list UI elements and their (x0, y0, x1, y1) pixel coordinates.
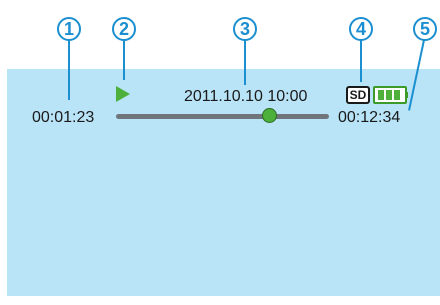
callout-4-leader (360, 40, 362, 82)
callout-4: 4 (349, 17, 373, 41)
callout-3: 3 (233, 17, 257, 41)
battery-cell (394, 90, 400, 100)
total-time: 00:12:34 (338, 109, 401, 126)
callout-1: 1 (57, 17, 81, 41)
seek-bar[interactable] (116, 108, 329, 123)
callout-1-leader (68, 40, 70, 100)
battery-cell (386, 90, 392, 100)
date-time-display: 2011.10.10 10:00 (184, 88, 308, 105)
callout-2-leader (123, 40, 125, 80)
sd-card-icon: SD (346, 86, 370, 104)
play-icon (116, 86, 130, 102)
playback-screen-diagram: 1 2 3 4 5 2011.10.10 10:00 SD 00:01:23 0… (0, 0, 440, 305)
elapsed-time: 00:01:23 (32, 109, 95, 126)
callout-2: 2 (112, 17, 136, 41)
battery-cell (378, 90, 384, 100)
callout-5: 5 (413, 17, 437, 41)
callout-3-leader (244, 40, 246, 85)
battery-icon (373, 86, 408, 104)
